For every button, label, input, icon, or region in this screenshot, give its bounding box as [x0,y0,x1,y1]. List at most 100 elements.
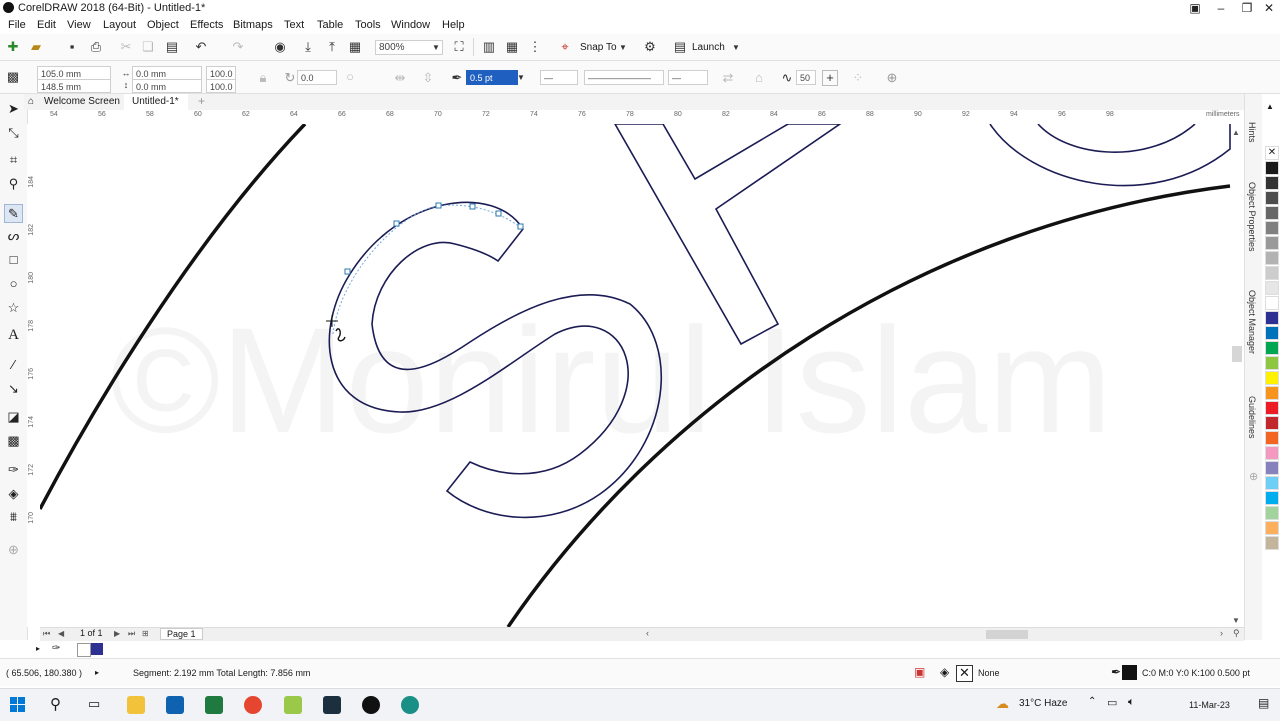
scroll-left-icon[interactable]: ‹ [646,628,649,638]
x-position-field[interactable]: 105.0 mm [37,66,111,80]
pick-tool-icon[interactable]: ➤ [5,100,22,117]
chevron-down-icon[interactable]: ▼ [432,43,440,52]
menu-text[interactable]: Text [284,19,304,31]
scroll-up-icon[interactable]: ▲ [1232,128,1240,137]
artistic-media-tool-icon[interactable]: ᔕ [5,227,22,244]
import-icon[interactable]: ⤓ [300,39,316,55]
coreldraw-taskbar-icon[interactable] [362,696,380,714]
ribbon-display-icon[interactable]: ▣ [1182,0,1208,17]
color-swatch[interactable] [1265,506,1279,520]
mirror-vertical-icon[interactable]: ⇳ [420,70,436,86]
export-icon[interactable]: ⤒ [324,39,340,55]
menu-edit[interactable]: Edit [37,19,56,31]
docker-tab-object-properties[interactable]: Object Properties [1247,182,1257,252]
no-color-swatch[interactable]: ✕ [1265,146,1279,160]
connector-tool-icon[interactable]: ↘ [5,380,22,397]
network-icon[interactable]: ▭ [1107,696,1117,709]
color-swatch[interactable] [1265,326,1279,340]
zoom-tool-icon[interactable]: ⚲ [5,175,22,192]
menu-layout[interactable]: Layout [103,19,136,31]
menu-window[interactable]: Window [391,19,430,31]
document-color-swatch[interactable] [91,643,103,655]
launch-label[interactable]: Launch [692,42,725,53]
excel-icon[interactable] [205,696,223,714]
notifications-icon[interactable]: ▤ [1258,696,1269,710]
freehand-tool-icon[interactable]: ✎ [4,204,23,223]
add-page-icon[interactable]: ⊞ [142,629,149,638]
launch-icon[interactable]: ▤ [672,39,688,55]
crop-tool-icon[interactable]: ⌗ [5,151,22,168]
color-swatch[interactable] [1265,176,1279,190]
outlook-icon[interactable] [166,696,184,714]
windows-start-icon[interactable] [10,697,26,713]
color-swatch[interactable] [1265,296,1279,310]
drawing-canvas[interactable]: ©Monirul Islam ▲ ▼ [40,124,1244,627]
add-docker-icon[interactable]: ⊕ [1249,470,1258,483]
color-swatch[interactable] [1265,341,1279,355]
color-swatch[interactable] [1265,236,1279,250]
full-screen-icon[interactable]: ⛶ [451,39,467,55]
chevron-down-icon[interactable]: ▼ [517,73,525,82]
show-guidelines-icon[interactable]: ⋮ [527,39,543,55]
color-swatch[interactable] [1265,371,1279,385]
color-swatch[interactable] [1265,446,1279,460]
add-icon[interactable]: ⊕ [884,70,900,86]
pen-app-icon[interactable] [284,696,302,714]
color-swatch[interactable] [1265,206,1279,220]
height-field[interactable]: 0.0 mm [132,79,202,93]
drop-shadow-tool-icon[interactable]: ◪ [5,408,22,425]
file-explorer-icon[interactable] [127,696,145,714]
menu-tools[interactable]: Tools [355,19,381,31]
vertical-scrollbar-thumb[interactable] [1232,346,1242,362]
print-icon[interactable]: ⎙ [88,39,104,55]
terminal-app-icon[interactable] [323,696,341,714]
color-swatch[interactable] [1265,401,1279,415]
menu-table[interactable]: Table [317,19,343,31]
smoothing-increase-icon[interactable]: + [822,70,838,86]
show-rulers-icon[interactable]: ▥ [481,39,497,55]
previous-page-icon[interactable]: ◀ [58,629,64,638]
scale-y-field[interactable]: 100.0 [206,79,236,93]
new-document-icon[interactable]: ✚ [5,39,21,55]
color-swatch[interactable] [1265,161,1279,175]
cut-icon[interactable]: ✂ [118,39,134,55]
color-eyedropper-tool-icon[interactable]: ✑ [5,461,22,478]
vertical-ruler[interactable]: 184 182 180 178 176 174 172 170 [27,124,41,627]
search-content-icon[interactable]: ◉ [272,39,288,55]
publish-pdf-icon[interactable]: ▦ [347,39,363,55]
no-color-swatch[interactable] [77,643,91,657]
menu-help[interactable]: Help [442,19,465,31]
zoom-navigator-icon[interactable]: ⚲ [1233,628,1240,639]
color-settings-icon[interactable]: ▣ [914,665,925,679]
options-gear-icon[interactable]: ⚙ [642,39,658,55]
close-curve-icon[interactable]: ⌂ [751,70,767,86]
horizontal-ruler[interactable]: 54 56 58 60 62 64 66 68 70 72 74 76 78 80 82 84 86 88 90 92… [40,110,1244,125]
open-folder-icon[interactable]: ▰ [28,39,44,55]
snap-to-icon[interactable]: ⌖ [557,39,573,55]
color-swatch[interactable] [1265,191,1279,205]
docker-tab-guidelines[interactable]: Guidelines [1247,396,1257,439]
close-button[interactable]: ✕ [1256,0,1280,17]
add-tool-icon[interactable]: ⊕ [5,541,22,558]
horizontal-scrollbar-thumb[interactable] [986,630,1028,639]
transparency-tool-icon[interactable]: ▩ [5,432,22,449]
show-hidden-icons-icon[interactable]: ⌃ [1088,696,1096,707]
docker-tab-hints[interactable]: Hints [1247,122,1257,143]
color-swatch[interactable] [1265,356,1279,370]
color-swatch[interactable] [1265,536,1279,550]
chevron-down-icon[interactable]: ▼ [732,43,740,52]
color-swatch[interactable] [1265,461,1279,475]
color-swatch[interactable] [1265,521,1279,535]
ellipse-tool-icon[interactable]: ○ [5,275,22,292]
no-fill-swatch[interactable]: ✕ [956,665,973,682]
smoothing-field[interactable]: 50 [796,70,816,85]
volume-icon[interactable]: 🔈︎ [1128,696,1135,709]
color-swatch[interactable] [1265,476,1279,490]
color-swatch[interactable] [1265,491,1279,505]
minimize-button[interactable]: – [1208,0,1234,17]
shape-tool-icon[interactable]: ⤡ [5,124,22,141]
rectangle-tool-icon[interactable]: □ [5,251,22,268]
chrome-icon[interactable] [244,696,262,714]
polygon-tool-icon[interactable]: ☆ [5,299,22,316]
scale-x-field[interactable]: 100.0 [206,66,236,80]
